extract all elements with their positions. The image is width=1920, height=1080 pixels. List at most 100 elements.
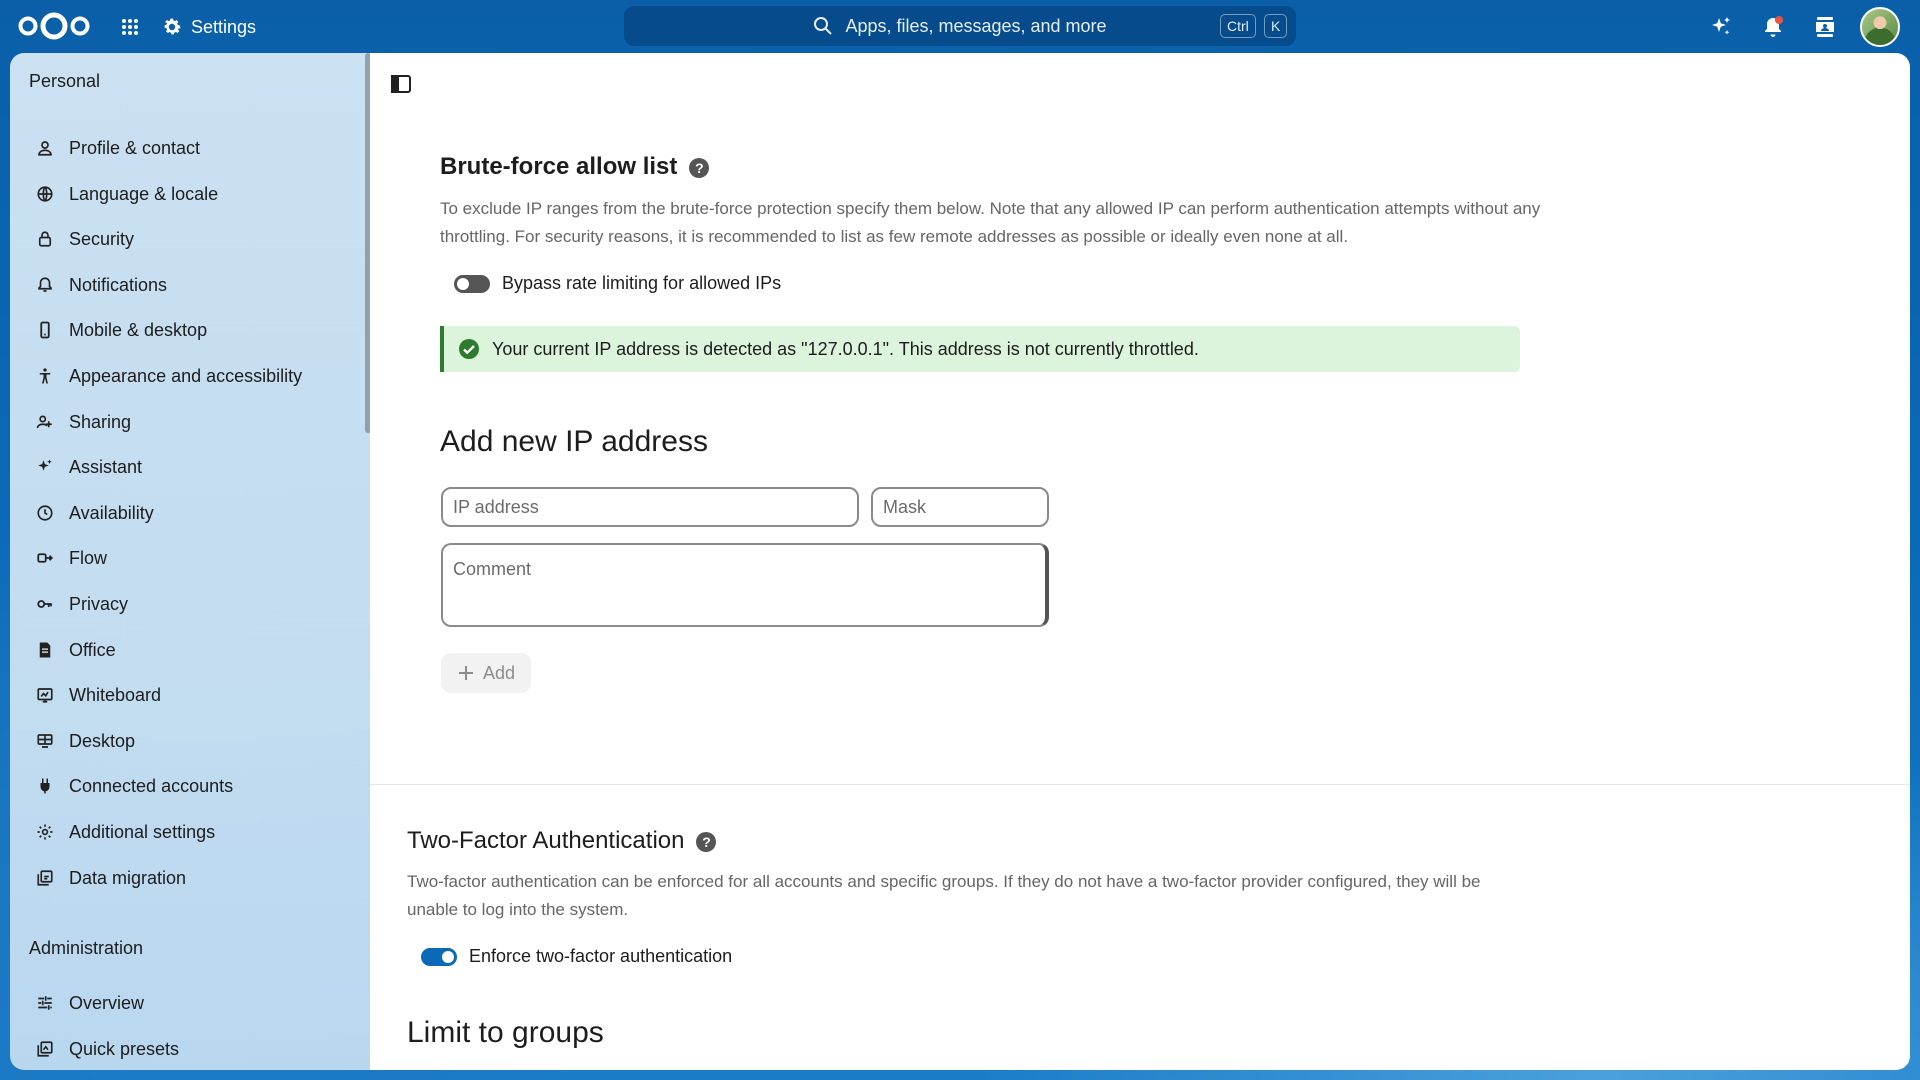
sidebar-item-privacy[interactable]: Privacy bbox=[22, 584, 352, 624]
sidebar-item-label: Assistant bbox=[69, 456, 143, 477]
sidebar-item-label: Profile & contact bbox=[69, 137, 201, 158]
sidebar-item-label: Whiteboard bbox=[69, 684, 162, 705]
sidebar-item-label: Privacy bbox=[69, 593, 129, 614]
sidebar-item-label: Availability bbox=[69, 502, 154, 523]
sidebar-item-label: Additional settings bbox=[69, 821, 216, 842]
sidebar-item-availability[interactable]: Availability bbox=[22, 493, 352, 533]
plus-icon bbox=[458, 666, 473, 680]
shortcut-key-ctrl: Ctrl bbox=[1220, 14, 1256, 38]
sidebar-item-sharing[interactable]: Sharing bbox=[22, 402, 352, 442]
presets-icon bbox=[30, 1034, 60, 1064]
plug-icon bbox=[30, 771, 60, 801]
bruteforce-heading: Brute-force allow list? bbox=[440, 153, 710, 181]
enforce-twofactor-toggle[interactable]: Enforce two-factor authentication bbox=[421, 946, 732, 967]
app-title: Settings bbox=[191, 16, 257, 37]
sidebar-item-label: Data migration bbox=[69, 867, 187, 888]
migration-icon bbox=[30, 863, 60, 893]
add-ip-button[interactable]: Add bbox=[441, 653, 531, 693]
bruteforce-title: Brute-force allow list bbox=[440, 153, 678, 180]
desktop-icon bbox=[30, 726, 60, 756]
nextcloud-logo[interactable] bbox=[16, 10, 92, 42]
share-icon bbox=[30, 407, 60, 437]
sparkle-icon bbox=[30, 452, 60, 482]
enforce-label: Enforce two-factor authentication bbox=[469, 946, 733, 966]
sidebar-item-data-migration[interactable]: Data migration bbox=[22, 858, 352, 898]
twofactor-heading: Two-Factor Authentication? bbox=[407, 827, 717, 855]
section-divider bbox=[370, 784, 1910, 785]
add-button-label: Add bbox=[482, 662, 516, 683]
search-placeholder: Apps, files, messages, and more bbox=[845, 15, 1107, 36]
lock-icon bbox=[30, 224, 60, 254]
globe-icon bbox=[30, 179, 60, 209]
limit-groups-heading: Limit to groups bbox=[407, 1016, 604, 1049]
personal-section-title: Personal bbox=[29, 71, 101, 91]
apps-grid-icon[interactable] bbox=[116, 13, 144, 41]
assistant-sparkle-icon[interactable] bbox=[1706, 12, 1736, 42]
toggle-knob bbox=[442, 950, 454, 963]
sidebar-item-appearance[interactable]: Appearance and accessibility bbox=[22, 356, 352, 396]
help-icon[interactable]: ? bbox=[696, 831, 717, 852]
notifications-bell-icon[interactable] bbox=[1758, 12, 1788, 42]
tune-icon bbox=[30, 988, 60, 1018]
settings-content: Brute-force allow list? To exclude IP ra… bbox=[370, 53, 1910, 1070]
key-icon bbox=[30, 589, 60, 619]
sidebar-item-label: Appearance and accessibility bbox=[69, 365, 303, 386]
gear-icon bbox=[30, 817, 60, 847]
settings-app-link[interactable]: Settings bbox=[161, 12, 256, 42]
sidebar-item-notifications[interactable]: Notifications bbox=[22, 265, 352, 305]
sidebar-item-language[interactable]: Language & locale bbox=[22, 174, 352, 214]
clock-icon bbox=[30, 498, 60, 528]
administration-section-title: Administration bbox=[29, 938, 144, 958]
whiteboard-icon bbox=[30, 680, 60, 710]
sidebar-item-label: Sharing bbox=[69, 411, 132, 432]
sidebar-item-profile[interactable]: Profile & contact bbox=[22, 128, 352, 168]
add-ip-heading: Add new IP address bbox=[440, 425, 708, 458]
bruteforce-description: To exclude IP ranges from the brute-forc… bbox=[440, 199, 1541, 246]
ip-status-notice: Your current IP address is detected as "… bbox=[440, 326, 1520, 372]
sidebar-item-additional-settings[interactable]: Additional settings bbox=[22, 812, 352, 852]
accessibility-icon bbox=[30, 361, 60, 391]
sidebar-item-security[interactable]: Security bbox=[22, 219, 352, 259]
sidebar-item-office[interactable]: Office bbox=[22, 630, 352, 670]
sidebar-item-connected-accounts[interactable]: Connected accounts bbox=[22, 766, 352, 806]
flow-icon bbox=[30, 543, 60, 573]
phone-icon bbox=[30, 315, 60, 345]
settings-sidebar: Personal Profile & contact Language & lo… bbox=[10, 53, 370, 1070]
top-header: Settings Apps, files, messages, and more… bbox=[0, 0, 1920, 53]
sidebar-item-flow[interactable]: Flow bbox=[22, 538, 352, 578]
bypass-rate-limit-toggle[interactable]: Bypass rate limiting for allowed IPs bbox=[454, 273, 781, 294]
sidebar-item-desktop[interactable]: Desktop bbox=[22, 721, 352, 761]
sidebar-item-whiteboard[interactable]: Whiteboard bbox=[22, 675, 352, 715]
sidebar-item-quick-presets[interactable]: Quick presets bbox=[22, 1029, 352, 1069]
twofactor-title: Two-Factor Authentication bbox=[407, 827, 685, 854]
unified-search[interactable]: Apps, files, messages, and more Ctrl K bbox=[624, 6, 1296, 46]
sidebar-item-label: Flow bbox=[69, 547, 108, 568]
mask-input[interactable] bbox=[871, 487, 1049, 527]
notice-text: Your current IP address is detected as "… bbox=[492, 338, 1199, 359]
check-circle-icon bbox=[459, 339, 479, 359]
sidebar-item-label: Notifications bbox=[69, 274, 168, 295]
sidebar-item-assistant[interactable]: Assistant bbox=[22, 447, 352, 487]
sidebar-item-label: Overview bbox=[69, 992, 145, 1013]
sidebar-item-label: Security bbox=[69, 228, 135, 249]
sidebar-item-label: Language & locale bbox=[69, 183, 219, 204]
toggle-track bbox=[454, 274, 490, 293]
ip-address-input[interactable] bbox=[441, 487, 859, 527]
sidebar-item-label: Connected accounts bbox=[69, 775, 234, 796]
contacts-icon[interactable] bbox=[1810, 12, 1840, 42]
help-icon[interactable]: ? bbox=[689, 157, 710, 178]
sidebar-item-label: Mobile & desktop bbox=[69, 319, 208, 340]
twofactor-description: Two-factor authentication can be enforce… bbox=[407, 872, 1481, 919]
bypass-label: Bypass rate limiting for allowed IPs bbox=[502, 273, 782, 293]
sidebar-item-overview[interactable]: Overview bbox=[22, 983, 352, 1023]
bell-icon bbox=[30, 270, 60, 300]
toggle-navigation-icon[interactable] bbox=[386, 69, 416, 99]
sidebar-item-mobile-desktop[interactable]: Mobile & desktop bbox=[22, 310, 352, 350]
user-avatar[interactable] bbox=[1860, 7, 1900, 47]
document-icon bbox=[30, 635, 60, 665]
toggle-track bbox=[421, 947, 457, 966]
gear-icon bbox=[164, 18, 181, 35]
toggle-knob bbox=[457, 277, 469, 290]
comment-textarea[interactable] bbox=[441, 543, 1049, 627]
shortcut-key-k: K bbox=[1264, 14, 1288, 38]
